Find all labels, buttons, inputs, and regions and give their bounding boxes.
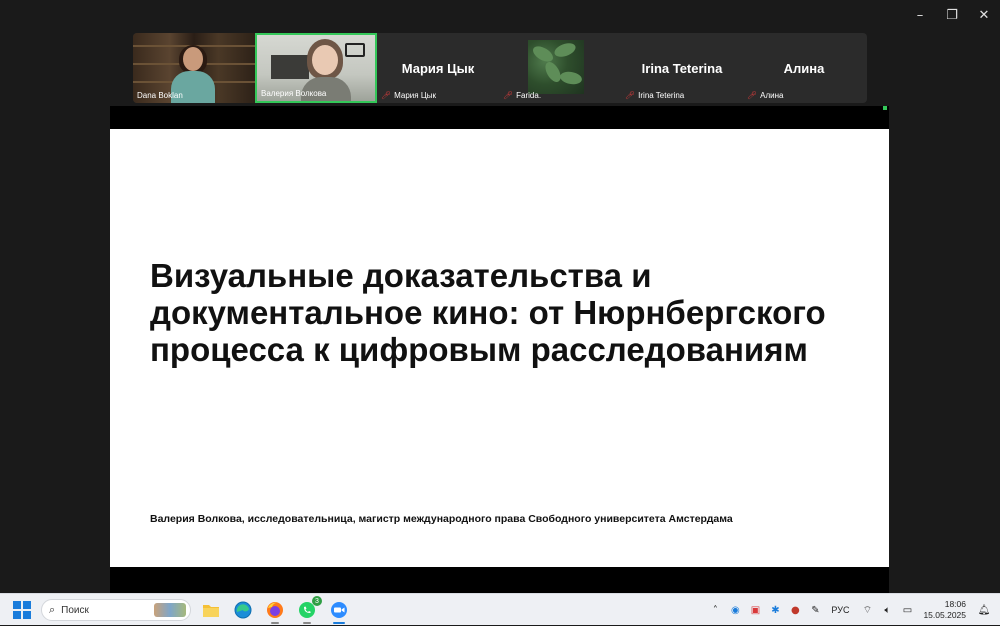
running-indicator (303, 622, 311, 624)
participant-strip: Dana Boklan Валерия Волкова Мария Цык 🎤︎… (133, 33, 867, 103)
window-controls: – ❐ ✕ (904, 4, 1000, 26)
participant-tile[interactable]: Dana Boklan (133, 33, 255, 103)
slide-title-line: процесса к цифровым расследованиям (150, 331, 808, 368)
participant-tile-active-speaker[interactable]: Валерия Волкова (255, 33, 377, 103)
participant-tile[interactable]: Мария Цык 🎤︎ Мария Цык (377, 33, 499, 103)
slide-title-line: документальное кино: от Нюрнбергского (150, 294, 826, 331)
security-icon[interactable]: ◉ (725, 605, 745, 616)
wifi-icon[interactable]: ⌔ (857, 604, 877, 617)
taskbar-search[interactable]: ⌕ Поиск (41, 599, 191, 621)
minimize-button[interactable]: – (904, 4, 936, 26)
participant-tile[interactable]: 🎤︎ Farida. (499, 33, 621, 103)
language-indicator[interactable]: РУС (831, 605, 849, 615)
mic-muted-icon: 🎤︎ (625, 91, 636, 100)
slide-title-line: Визуальные доказательства и (150, 257, 652, 294)
firefox-icon[interactable] (263, 598, 287, 624)
search-placeholder: Поиск (61, 604, 89, 616)
slide-author: Валерия Волкова, исследовательница, маги… (150, 513, 733, 525)
notifications-icon[interactable]: 🔔︎ (974, 605, 994, 616)
participant-display-name: Мария Цык (401, 61, 475, 76)
start-button[interactable] (13, 601, 31, 619)
participant-display-name: Irina Teterina (641, 61, 723, 76)
zoom-icon[interactable] (327, 598, 351, 624)
mic-muted-icon: 🎤︎ (503, 91, 514, 100)
search-icon: ⌕ (49, 603, 56, 616)
mic-muted-icon: 🎤︎ (381, 91, 392, 100)
notification-badge: 3 (312, 596, 322, 606)
system-tray: ˄ ◉ ▣ ✱ ● ✎ РУС ⌔ 🔈︎ ▭ 18:06 15.05.2025 … (705, 594, 1000, 626)
antivirus-icon[interactable]: ● (785, 605, 805, 616)
close-button[interactable]: ✕ (968, 4, 1000, 26)
restore-button[interactable]: ❐ (936, 4, 968, 26)
slide-title: Визуальные доказательства и документальн… (150, 257, 870, 368)
windows-taskbar: ⌕ Поиск 3 ˄ ◉ ▣ ✱ ● ✎ РУС ⌔ 🔈︎ ▭ 18:06 1… (0, 593, 1000, 625)
clock-date: 15.05.2025 (923, 610, 966, 620)
edge-icon[interactable] (231, 598, 255, 622)
participant-name: 🎤︎ Мария Цык (381, 91, 436, 100)
chevron-up-icon[interactable]: ˄ (705, 605, 725, 616)
bluetooth-icon[interactable]: ✱ (765, 605, 785, 616)
taskbar-apps: 3 (199, 596, 351, 624)
participant-name: 🎤︎ Farida. (503, 91, 542, 100)
whatsapp-icon[interactable]: 3 (295, 596, 322, 624)
participant-name: 🎤︎ Алина (747, 91, 784, 100)
running-indicator (333, 622, 345, 624)
network-status-icon[interactable]: ✎ (805, 605, 825, 616)
participant-name: Валерия Волкова (261, 89, 327, 98)
clock[interactable]: 18:06 15.05.2025 (923, 599, 966, 621)
participant-display-name: Алина (783, 61, 825, 76)
battery-icon[interactable]: ▭ (897, 605, 917, 616)
running-indicator (271, 622, 279, 624)
screen-share-view[interactable]: Визуальные доказательства и документальн… (110, 106, 889, 593)
zoom-meeting-window: – ❐ ✕ Dana Boklan Валерия Волкова Мария … (0, 0, 1000, 593)
participant-tile[interactable]: Алина 🎤︎ Алина (743, 33, 865, 103)
clock-time: 18:06 (944, 599, 966, 609)
share-indicator (883, 106, 887, 110)
participant-name: 🎤︎ Irina Teterina (625, 91, 685, 100)
search-highlight-image (154, 603, 186, 617)
participant-avatar (528, 40, 584, 94)
participant-name: Dana Boklan (137, 91, 183, 100)
volume-icon[interactable]: 🔈︎ (877, 605, 897, 616)
mic-muted-icon: 🎤︎ (747, 91, 758, 100)
participant-tile[interactable]: Irina Teterina 🎤︎ Irina Teterina (621, 33, 743, 103)
app-tray-icon[interactable]: ▣ (745, 605, 765, 616)
presentation-slide: Визуальные доказательства и документальн… (110, 129, 889, 567)
file-explorer-icon[interactable] (199, 598, 223, 622)
